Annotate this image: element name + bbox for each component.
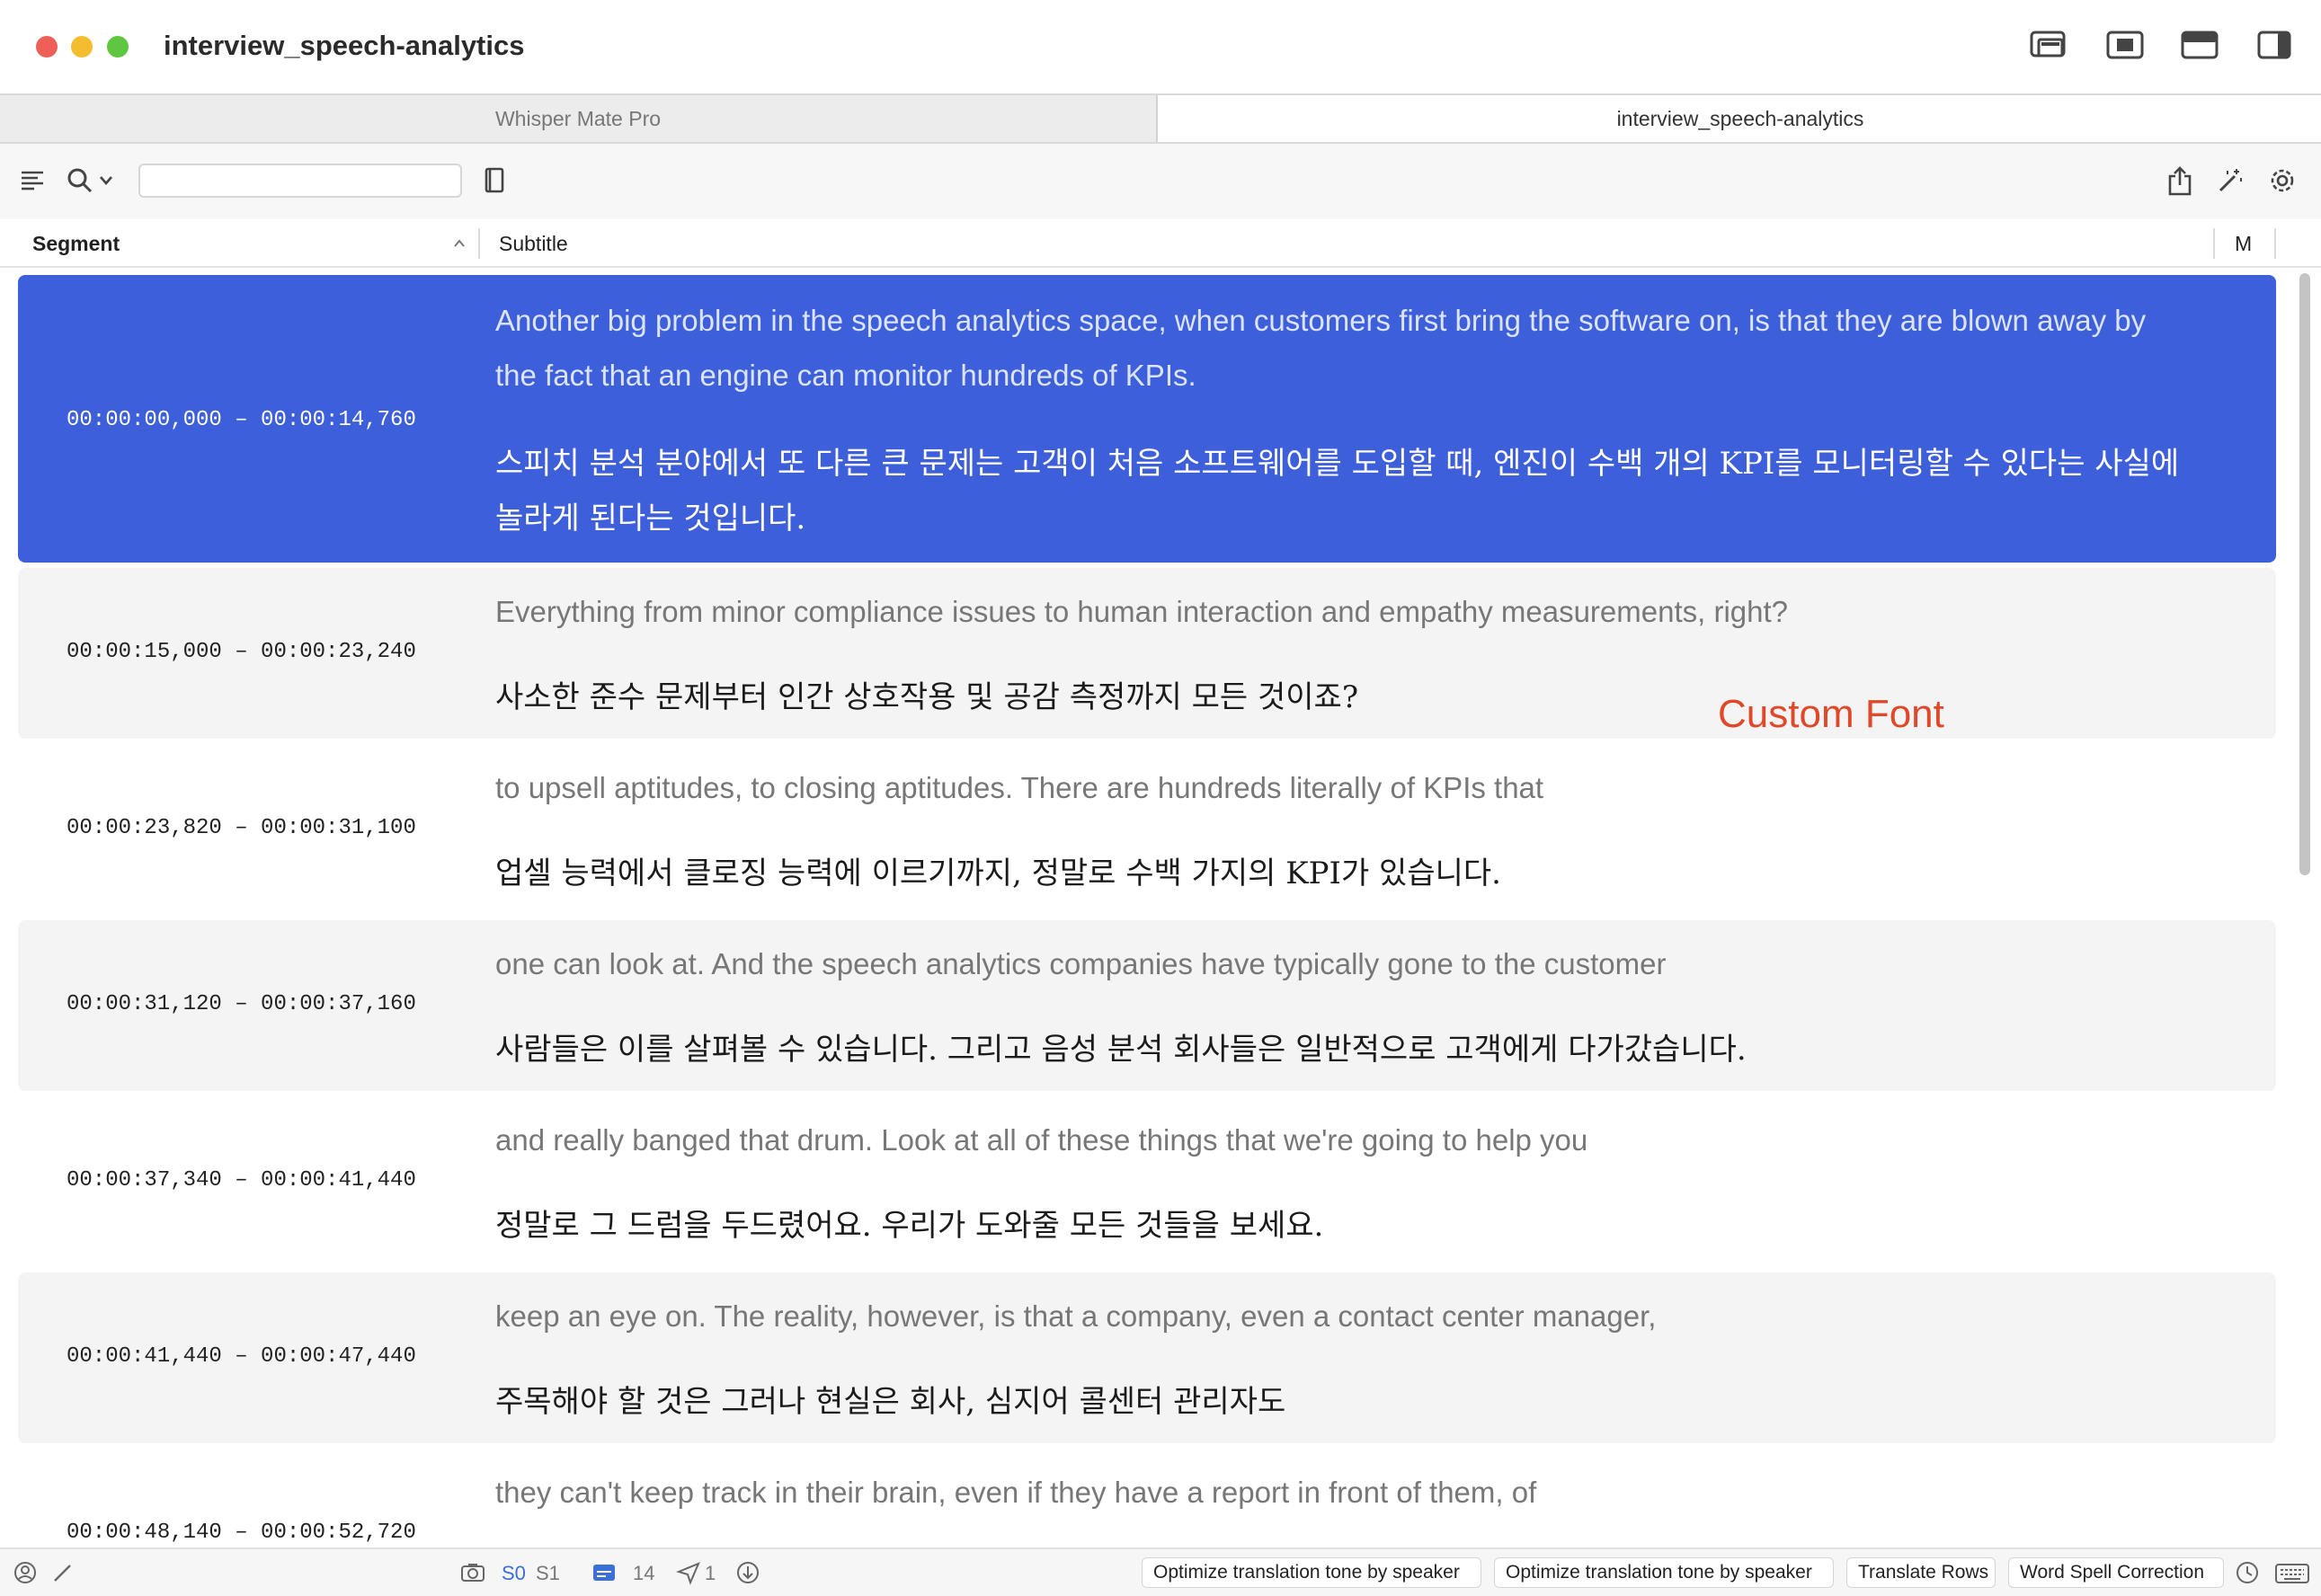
vertical-scrollbar[interactable] xyxy=(2298,270,2316,1546)
magic-wand-icon[interactable] xyxy=(2217,167,2244,194)
sort-ascending-icon[interactable] xyxy=(453,237,466,248)
close-window-button[interactable] xyxy=(36,36,58,58)
column-subtitle[interactable]: Subtitle xyxy=(499,232,568,256)
column-segment[interactable]: Segment xyxy=(32,232,120,256)
tab-interview-speech-analytics[interactable]: interview_speech-analytics xyxy=(1160,95,2321,142)
table-row[interactable]: 00:00:41,440 – 00:00:47,440 keep an eye … xyxy=(18,1272,2276,1443)
segment-time: 00:00:15,000 – 00:00:23,240 xyxy=(67,640,416,664)
subtitle-original[interactable]: to upsell aptitudes, to closing aptitude… xyxy=(495,760,2185,815)
zoom-window-button[interactable] xyxy=(107,36,129,58)
list-icon[interactable] xyxy=(20,169,45,192)
top-panel-icon[interactable] xyxy=(2180,29,2219,61)
custom-font-annotation: Custom Font xyxy=(1718,692,1944,736)
subtitle-original[interactable]: Another big problem in the speech analyt… xyxy=(495,293,2185,403)
table-row[interactable]: 00:00:31,120 – 00:00:37,160 one can look… xyxy=(18,920,2276,1091)
pencil-icon[interactable] xyxy=(50,1560,76,1585)
share-icon[interactable] xyxy=(2168,165,2192,196)
title-bar: interview_speech-analytics xyxy=(0,0,2321,93)
word-spell-correction-button[interactable]: Word Spell Correction xyxy=(2008,1557,2224,1588)
send-count: 1 xyxy=(705,1562,716,1584)
segment-time: 00:00:48,140 – 00:00:52,720 xyxy=(67,1521,416,1545)
segment-count: 14 xyxy=(633,1562,655,1584)
book-icon[interactable] xyxy=(484,167,505,194)
subtitle-translation[interactable]: 업셀 능력에서 클로징 능력에 이르기까지, 정말로 수백 가지의 KPI가 있… xyxy=(495,847,2185,901)
status-bar: S0 S1 14 1 Optimize translation tone by … xyxy=(0,1547,2321,1596)
toolbar xyxy=(0,144,2321,219)
windows-icon[interactable] xyxy=(2030,29,2069,61)
table-row[interactable]: 00:00:48,140 – 00:00:52,720 they can't k… xyxy=(18,1449,2276,1547)
table-row[interactable]: 00:00:23,820 – 00:00:31,100 to upsell ap… xyxy=(18,744,2276,915)
subtitle-translation[interactable]: 정말로 그 드럼을 두드렸어요. 우리가 도와줄 모든 것들을 보세요. xyxy=(495,1199,2185,1254)
segment-time: 00:00:31,120 – 00:00:37,160 xyxy=(67,992,416,1016)
table-row[interactable]: 00:00:00,000 – 00:00:14,760 Another big … xyxy=(18,275,2276,563)
subtitle-icon[interactable] xyxy=(591,1560,617,1585)
column-divider[interactable] xyxy=(2274,228,2276,259)
translate-rows-button[interactable]: Translate Rows xyxy=(1846,1557,1996,1588)
subtitle-translation[interactable]: 사람들은 이를 살펴볼 수 있습니다. 그리고 음성 분석 회사들은 일반적으로… xyxy=(495,1023,2185,1077)
segment-time: 00:00:41,440 – 00:00:47,440 xyxy=(67,1344,416,1369)
chevron-down-icon[interactable] xyxy=(99,174,113,187)
subtitle-original[interactable]: keep an eye on. The reality, however, is… xyxy=(495,1289,2185,1343)
speaker-s0[interactable]: S0 xyxy=(502,1562,526,1585)
segment-time: 00:00:37,340 – 00:00:41,440 xyxy=(67,1168,416,1193)
column-divider[interactable] xyxy=(2213,228,2215,259)
scrollbar-thumb[interactable] xyxy=(2299,273,2310,875)
search-icon[interactable] xyxy=(67,167,93,194)
send-icon[interactable] xyxy=(676,1560,701,1585)
subtitle-original[interactable]: and really banged that drum. Look at all… xyxy=(495,1113,2185,1167)
table-header: Segment Subtitle M xyxy=(0,219,2321,268)
center-layout-icon[interactable] xyxy=(2105,29,2145,61)
optimize-tone-button[interactable]: Optimize translation tone by speaker xyxy=(1142,1557,1481,1588)
subtitle-original[interactable]: one can look at. And the speech analytic… xyxy=(495,936,2185,991)
segment-time: 00:00:23,820 – 00:00:31,100 xyxy=(67,816,416,840)
segment-time: 00:00:00,000 – 00:00:14,760 xyxy=(67,408,416,432)
gear-icon[interactable] xyxy=(2269,167,2296,194)
subtitle-translation[interactable]: 스피치 분석 분야에서 또 다른 큰 문제는 고객이 처음 소프트웨어를 도입할… xyxy=(495,437,2185,546)
sidebar-right-icon[interactable] xyxy=(2254,29,2294,61)
subtitle-original[interactable]: they can't keep track in their brain, ev… xyxy=(495,1465,2185,1520)
minimize-window-button[interactable] xyxy=(71,36,93,58)
keyboard-icon[interactable] xyxy=(2274,1560,2310,1585)
subtitle-translation[interactable]: 주목해야 할 것은 그러나 현실은 회사, 심지어 콜센터 관리자도 xyxy=(495,1375,2185,1430)
download-icon[interactable] xyxy=(735,1560,760,1585)
tab-bar: Whisper Mate Pro interview_speech-analyt… xyxy=(0,93,2321,144)
subtitle-original[interactable]: Everything from minor compliance issues … xyxy=(495,584,2185,639)
camera-icon[interactable] xyxy=(460,1560,485,1585)
clock-icon[interactable] xyxy=(2235,1560,2260,1585)
search-input[interactable] xyxy=(138,164,462,198)
optimize-tone-button-2[interactable]: Optimize translation tone by speaker xyxy=(1494,1557,1834,1588)
person-icon[interactable] xyxy=(13,1560,38,1585)
column-m[interactable]: M xyxy=(2235,232,2252,256)
column-divider[interactable] xyxy=(478,228,480,259)
table-row[interactable]: 00:00:37,340 – 00:00:41,440 and really b… xyxy=(18,1096,2276,1267)
tab-whisper-mate-pro[interactable]: Whisper Mate Pro xyxy=(0,95,1158,142)
window-title: interview_speech-analytics xyxy=(164,30,525,61)
speaker-s1[interactable]: S1 xyxy=(536,1562,560,1585)
